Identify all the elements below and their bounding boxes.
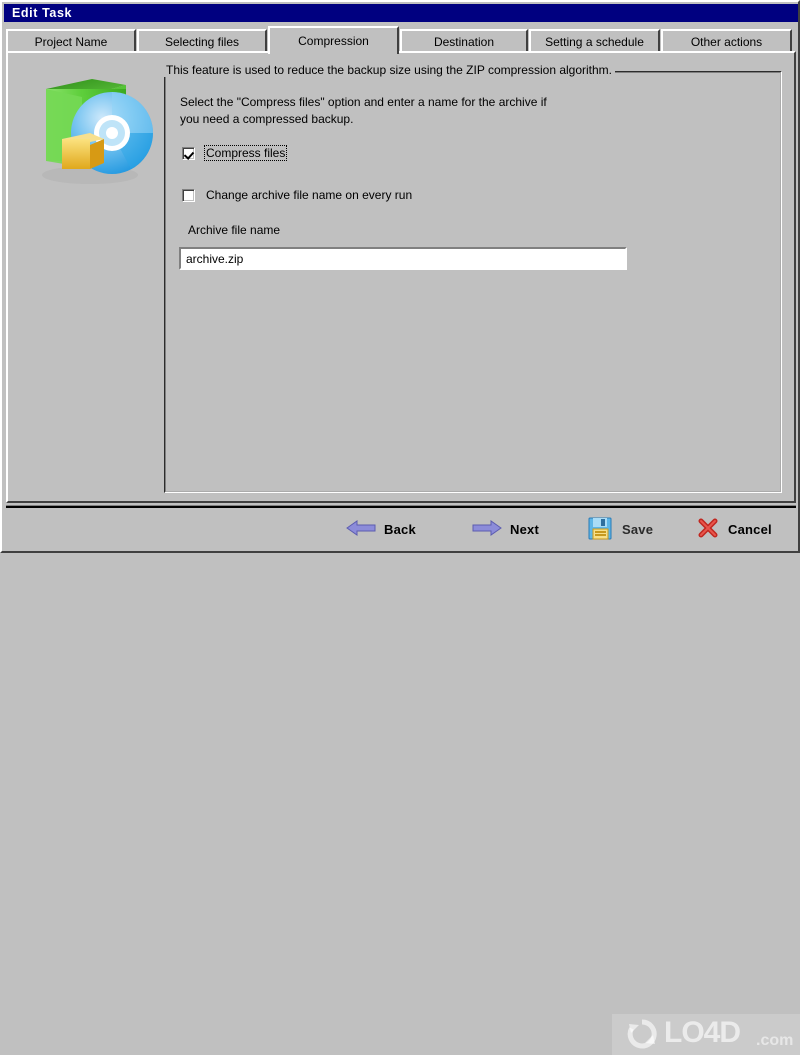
description-text: Select the "Compress files" option and e… xyxy=(180,94,600,128)
arrow-left-icon xyxy=(346,519,376,540)
tab-strip: Project Name Selecting files Compression… xyxy=(6,26,796,54)
tab-label: Project Name xyxy=(34,34,108,49)
compress-files-label[interactable]: Compress files xyxy=(204,145,288,161)
title-bar: Edit Task xyxy=(4,4,798,22)
tab-label: Other actions xyxy=(690,34,763,49)
button-bar: Back Next Save Cancel LO4D .com xyxy=(6,508,800,1055)
tab-label: Setting a schedule xyxy=(545,34,644,49)
change-archive-name-checkbox[interactable] xyxy=(182,188,195,202)
floppy-disk-icon xyxy=(588,516,614,543)
compress-files-checkbox-row[interactable]: Compress files xyxy=(182,145,288,161)
window-title: Edit Task xyxy=(12,6,73,20)
tab-label: Selecting files xyxy=(164,34,240,49)
edit-task-window: Edit Task Project Name Selecting files C… xyxy=(0,0,800,1055)
description-line-1: Select the "Compress files" option and e… xyxy=(180,95,547,109)
tab-other-actions[interactable]: Other actions xyxy=(661,29,792,52)
backup-package-disc-icon xyxy=(32,71,156,189)
lo4d-watermark: LO4D .com xyxy=(612,1014,800,1055)
save-button[interactable]: Save xyxy=(588,516,654,543)
archive-file-name-input[interactable]: archive.zip xyxy=(179,247,627,270)
save-button-label: Save xyxy=(622,521,654,537)
watermark-suffix: .com xyxy=(756,1032,794,1049)
next-button-label: Next xyxy=(510,521,539,537)
compression-group-box xyxy=(164,71,782,493)
cancel-button-label: Cancel xyxy=(728,521,772,537)
cancel-button[interactable]: Cancel xyxy=(696,518,772,540)
description-line-2: you need a compressed backup. xyxy=(180,112,354,126)
archive-file-name-label: Archive file name xyxy=(188,223,281,237)
circular-arrows-icon xyxy=(626,1018,658,1050)
back-button-label: Back xyxy=(384,521,416,537)
arrow-right-icon xyxy=(472,519,502,540)
tab-project-name[interactable]: Project Name xyxy=(6,29,136,52)
red-x-icon xyxy=(696,517,720,542)
tab-setting-a-schedule[interactable]: Setting a schedule xyxy=(529,29,660,52)
next-button[interactable]: Next xyxy=(472,518,539,540)
watermark-text: LO4D xyxy=(664,1016,741,1049)
change-archive-name-label[interactable]: Change archive file name on every run xyxy=(204,187,414,203)
tab-compression[interactable]: Compression xyxy=(268,26,399,54)
group-box-legend: This feature is used to reduce the backu… xyxy=(162,64,616,77)
tab-label: Compression xyxy=(298,34,369,48)
compress-files-checkbox[interactable] xyxy=(182,146,195,160)
back-button[interactable]: Back xyxy=(346,518,416,540)
tab-destination[interactable]: Destination xyxy=(400,29,528,52)
tab-label: Destination xyxy=(433,34,495,49)
tab-selecting-files[interactable]: Selecting files xyxy=(137,29,267,52)
change-archive-name-checkbox-row[interactable]: Change archive file name on every run xyxy=(182,187,414,203)
